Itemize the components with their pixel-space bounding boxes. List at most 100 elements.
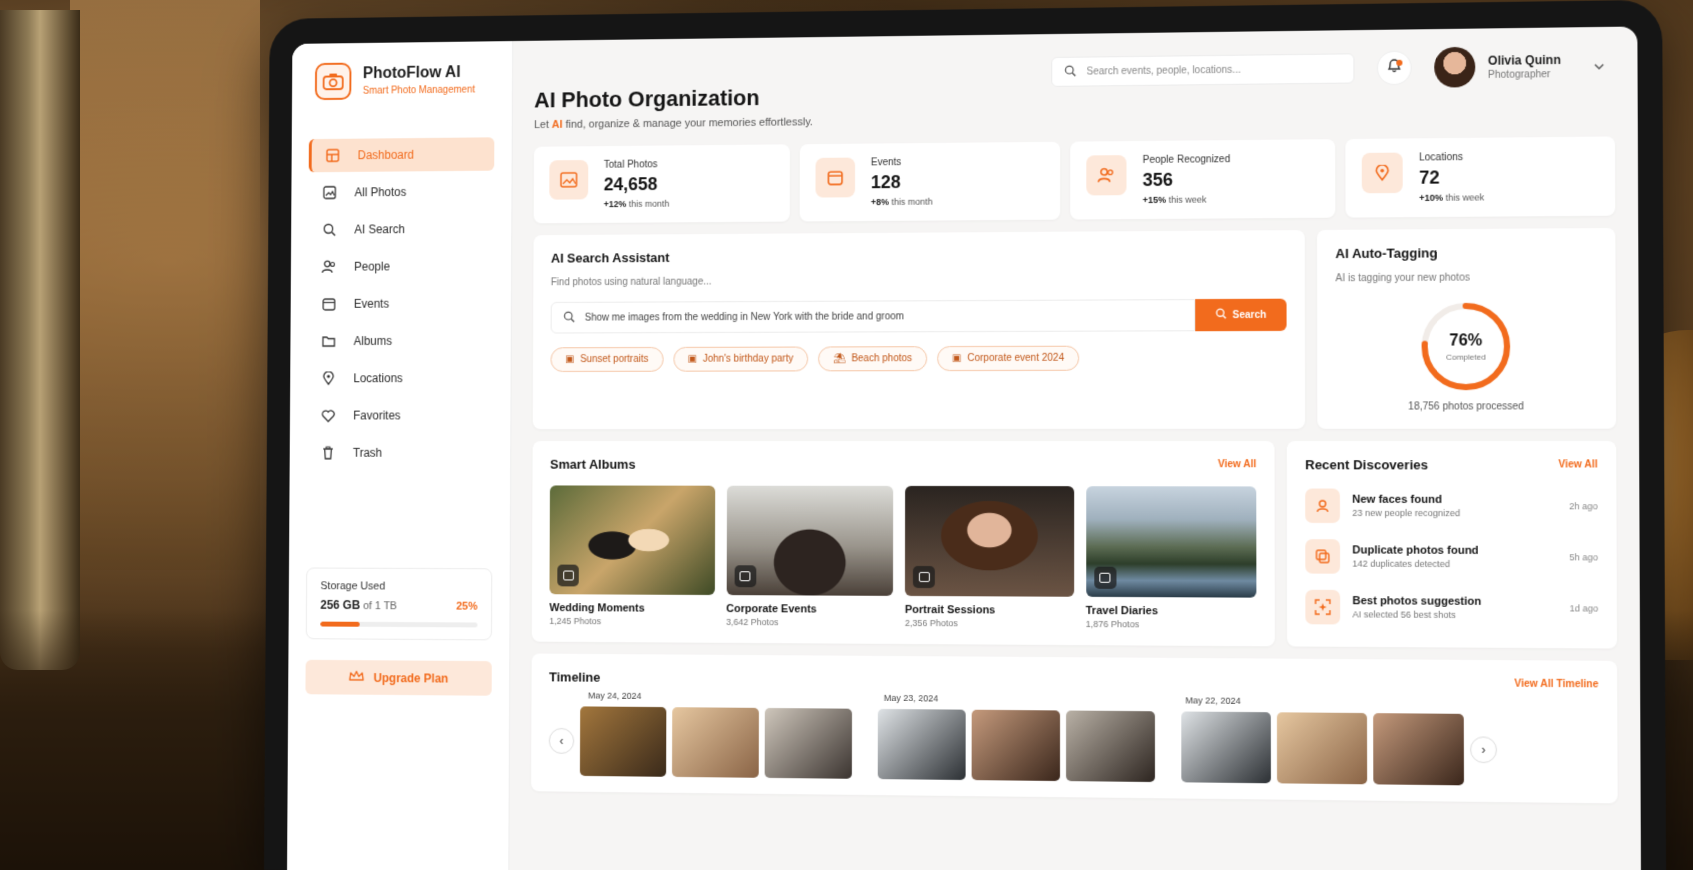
discovery-item-duplicates[interactable]: Duplicate photos found 142 duplicates de… xyxy=(1305,539,1598,575)
assistant-search-button[interactable]: Search xyxy=(1195,299,1286,332)
duplicate-icon xyxy=(1305,539,1340,574)
assistant-query-input[interactable]: Show me images from the wedding in New Y… xyxy=(551,299,1196,333)
sidebar-nav: Dashboard All Photos AI Search People Ev… xyxy=(307,137,494,469)
stat-locations[interactable]: Locations 72 +10% this week xyxy=(1345,136,1615,217)
chip-sunset-portraits[interactable]: ▣ Sunset portraits xyxy=(550,347,663,372)
sidebar-item-trash[interactable]: Trash xyxy=(307,436,493,470)
timeline-strip: ‹ › xyxy=(549,706,1599,787)
people-icon xyxy=(321,259,336,275)
timeline-dates: May 24, 2024 May 23, 2024 May 22, 2024 xyxy=(549,690,1599,709)
gift-icon: ▣ xyxy=(688,354,697,365)
assistant-row: AI Search Assistant Find photos using na… xyxy=(533,228,1616,429)
global-search-placeholder: Search events, people, locations... xyxy=(1087,64,1241,77)
user-profile-menu[interactable]: Olivia Quinn Photographer xyxy=(1434,45,1604,87)
tablet-device: PhotoFlow AI Smart Photo Management Dash… xyxy=(264,0,1666,870)
tagging-subtitle: AI is tagging your new photos xyxy=(1335,272,1596,284)
discovery-title: Duplicate photos found xyxy=(1352,544,1557,557)
calendar-icon xyxy=(815,158,855,198)
upgrade-plan-button[interactable]: Upgrade Plan xyxy=(305,660,491,696)
location-pin-icon xyxy=(321,370,336,386)
discovery-item-faces[interactable]: New faces found 23 new people recognized… xyxy=(1305,489,1598,524)
sidebar-item-label: Events xyxy=(354,297,389,311)
timeline-photo[interactable] xyxy=(672,707,759,778)
album-icon xyxy=(734,565,756,587)
timeline-date: May 22, 2024 xyxy=(1185,695,1492,708)
sidebar-item-people[interactable]: People xyxy=(308,249,494,283)
sidebar-item-events[interactable]: Events xyxy=(308,287,494,321)
sparkle-scan-icon xyxy=(1305,590,1340,625)
storage-progress-bar xyxy=(320,622,477,628)
discoveries-title: Recent Discoveries xyxy=(1305,457,1428,472)
face-scan-icon xyxy=(1305,489,1340,523)
stat-people-recognized[interactable]: People Recognized 356 +15% this week xyxy=(1070,139,1335,219)
chevron-right-icon[interactable]: › xyxy=(1470,736,1497,763)
discovery-subtitle: 142 duplicates detected xyxy=(1352,559,1557,570)
album-card-corporate[interactable]: Corporate Events 3,642 Photos xyxy=(726,486,893,628)
storage-title: Storage Used xyxy=(320,580,477,593)
chip-beach-photos[interactable]: ⛱ Beach photos xyxy=(818,346,927,371)
search-icon xyxy=(563,310,575,325)
stat-delta: +15% this week xyxy=(1143,194,1231,205)
album-card-travel[interactable]: Travel Diaries 1,876 Photos xyxy=(1086,486,1257,630)
timeline-photo[interactable] xyxy=(1373,713,1464,785)
calendar-icon xyxy=(321,296,336,312)
stat-label: Total Photos xyxy=(604,159,670,170)
discoveries-view-all-link[interactable]: View All xyxy=(1558,459,1597,470)
album-card-wedding[interactable]: Wedding Moments 1,245 Photos xyxy=(549,485,714,626)
timeline-photo[interactable] xyxy=(972,710,1060,781)
timeline-photo[interactable] xyxy=(765,708,852,779)
wall-panel xyxy=(70,0,260,570)
brand-name: PhotoFlow AI xyxy=(363,64,475,83)
discovery-item-best-photos[interactable]: Best photos suggestion AI selected 56 be… xyxy=(1305,590,1598,626)
sidebar-item-all-photos[interactable]: All Photos xyxy=(308,175,494,210)
tagging-percent: 76% xyxy=(1449,332,1482,350)
timeline-view-all-link[interactable]: View All Timeline xyxy=(1514,679,1598,691)
sidebar-item-dashboard[interactable]: Dashboard xyxy=(309,137,495,172)
subtitle-suffix: find, organize & manage your memories ef… xyxy=(563,116,813,130)
stat-events[interactable]: Events 128 +8% this month xyxy=(800,142,1061,222)
stat-total-photos[interactable]: Total Photos 24,658 +12% this month xyxy=(534,144,790,223)
stat-delta: +10% this week xyxy=(1419,192,1484,203)
album-name: Travel Diaries xyxy=(1086,605,1257,618)
vase xyxy=(0,10,80,670)
sidebar: PhotoFlow AI Smart Photo Management Dash… xyxy=(287,41,513,870)
ai-search-assistant: AI Search Assistant Find photos using na… xyxy=(533,230,1305,429)
timeline-title: Timeline xyxy=(549,669,600,684)
album-count: 1,876 Photos xyxy=(1086,619,1257,630)
sidebar-item-ai-search[interactable]: AI Search xyxy=(308,212,494,247)
subtitle-prefix: Let xyxy=(534,119,552,131)
timeline-date: May 24, 2024 xyxy=(588,691,884,703)
storage-total: of 1 TB xyxy=(363,600,397,612)
sidebar-item-locations[interactable]: Locations xyxy=(307,361,493,395)
albums-view-all-link[interactable]: View All xyxy=(1218,459,1256,470)
brand-tagline: Smart Photo Management xyxy=(363,85,475,97)
chip-corporate-event[interactable]: ▣ Corporate event 2024 xyxy=(937,346,1079,371)
timeline-photo[interactable] xyxy=(1277,712,1367,784)
global-search-input[interactable]: Search events, people, locations... xyxy=(1052,53,1355,87)
stat-delta: +12% this month xyxy=(604,199,670,209)
main-content: Search events, people, locations... Oliv… xyxy=(509,26,1641,870)
sidebar-item-albums[interactable]: Albums xyxy=(308,324,494,358)
album-card-portrait[interactable]: Portrait Sessions 2,356 Photos xyxy=(905,486,1074,629)
timeline-photo[interactable] xyxy=(1066,711,1155,783)
album-count: 2,356 Photos xyxy=(905,618,1074,629)
smart-albums: Smart Albums View All Wedding Moments 1,… xyxy=(532,441,1275,646)
brand[interactable]: PhotoFlow AI Smart Photo Management xyxy=(309,61,495,100)
album-thumbnail xyxy=(726,486,893,596)
stat-label: Events xyxy=(871,157,933,168)
timeline-photo[interactable] xyxy=(878,709,966,780)
album-icon xyxy=(1094,567,1116,589)
search-icon xyxy=(1215,308,1226,322)
chip-birthday-party[interactable]: ▣ John's birthday party xyxy=(673,347,808,372)
chevron-left-icon[interactable]: ‹ xyxy=(549,728,574,754)
sidebar-item-favorites[interactable]: Favorites xyxy=(307,399,493,433)
album-count: 1,245 Photos xyxy=(549,616,714,627)
recent-discoveries: Recent Discoveries View All New faces fo… xyxy=(1287,441,1617,649)
heart-icon xyxy=(321,408,336,424)
timeline: Timeline View All Timeline May 24, 2024 … xyxy=(531,653,1618,803)
timeline-photo[interactable] xyxy=(580,706,666,776)
sidebar-item-label: Locations xyxy=(353,371,402,385)
camera-icon xyxy=(315,63,352,100)
timeline-photo[interactable] xyxy=(1181,711,1271,783)
stat-delta: +8% this month xyxy=(871,197,933,207)
